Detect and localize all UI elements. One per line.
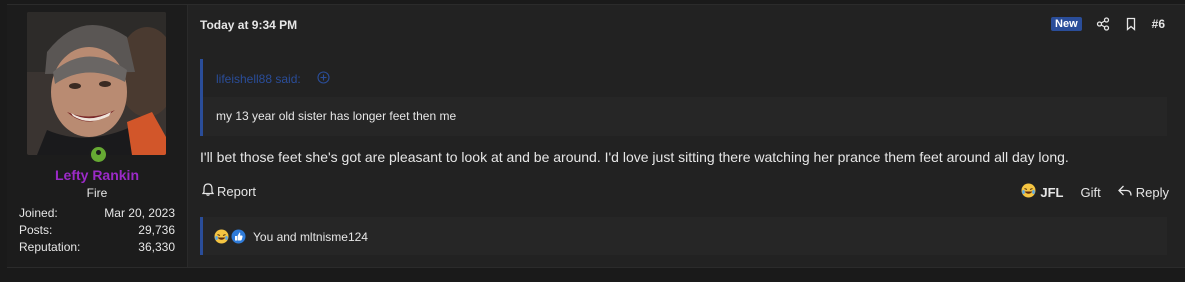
stat-joined: Joined: Mar 20, 2023 — [19, 206, 175, 220]
reactions-summary[interactable]: You and mltnisme124 — [253, 230, 368, 244]
laughing-crying-emoji-icon — [1021, 183, 1036, 201]
reply-button[interactable]: Reply — [1117, 184, 1169, 200]
post-message: I'll bet those feet she's got are pleasa… — [200, 149, 1069, 165]
report-button[interactable]: Report — [201, 183, 257, 199]
gift-button[interactable]: Gift — [1081, 185, 1101, 200]
thumbs-up-icon[interactable] — [231, 229, 246, 249]
new-badge: New — [1051, 17, 1082, 31]
user-sidebar: Lefty Rankin Fire Joined: Mar 20, 2023 P… — [7, 5, 188, 267]
report-label: Report — [217, 183, 257, 199]
quote-header: lifeishell88 said: — [203, 59, 1167, 97]
avatar[interactable] — [27, 12, 166, 155]
post-main: Today at 9:34 PM New #6 lifeishell88 sai… — [188, 5, 1185, 267]
user-title: Fire — [86, 186, 108, 200]
stat-posts: Posts: 29,736 — [19, 223, 175, 237]
username[interactable]: Lefty Rankin — [7, 167, 187, 183]
reply-label: Reply — [1135, 184, 1169, 200]
expand-quote-icon[interactable] — [317, 71, 330, 84]
post-actions: JFL Gift Reply — [1021, 183, 1169, 201]
share-icon[interactable] — [1096, 17, 1110, 31]
stat-label: Reputation: — [19, 240, 81, 254]
post-container: Lefty Rankin Fire Joined: Mar 20, 2023 P… — [7, 4, 1185, 268]
post-header-actions: New #6 — [1051, 17, 1165, 31]
quote-block: lifeishell88 said: my 13 year old sister… — [200, 59, 1167, 136]
stat-value: 29,736 — [138, 223, 175, 237]
alert-icon — [201, 183, 215, 199]
stat-value: Mar 20, 2023 — [104, 206, 175, 220]
quote-text: my 13 year old sister has longer feet th… — [216, 109, 457, 123]
stat-value: 36,330 — [138, 240, 175, 254]
quote-author[interactable]: lifeishell88 said: — [216, 72, 301, 86]
stat-reputation: Reputation: 36,330 — [19, 240, 175, 254]
stat-label: Posts: — [19, 223, 53, 237]
stat-label: Joined: — [19, 206, 58, 220]
post-number[interactable]: #6 — [1152, 17, 1165, 31]
post-date[interactable]: Today at 9:34 PM — [200, 18, 297, 32]
bookmark-icon[interactable] — [1124, 17, 1138, 31]
reply-arrow-icon — [1117, 185, 1132, 200]
jfl-reaction-button[interactable]: JFL — [1021, 183, 1064, 201]
jfl-label: JFL — [1040, 184, 1064, 200]
gift-label: Gift — [1080, 184, 1101, 200]
laughing-crying-emoji-icon[interactable] — [214, 229, 229, 249]
reaction-icons — [214, 229, 246, 249]
reactions-bar: You and mltnisme124 — [200, 217, 1167, 255]
online-status-icon — [89, 145, 108, 164]
